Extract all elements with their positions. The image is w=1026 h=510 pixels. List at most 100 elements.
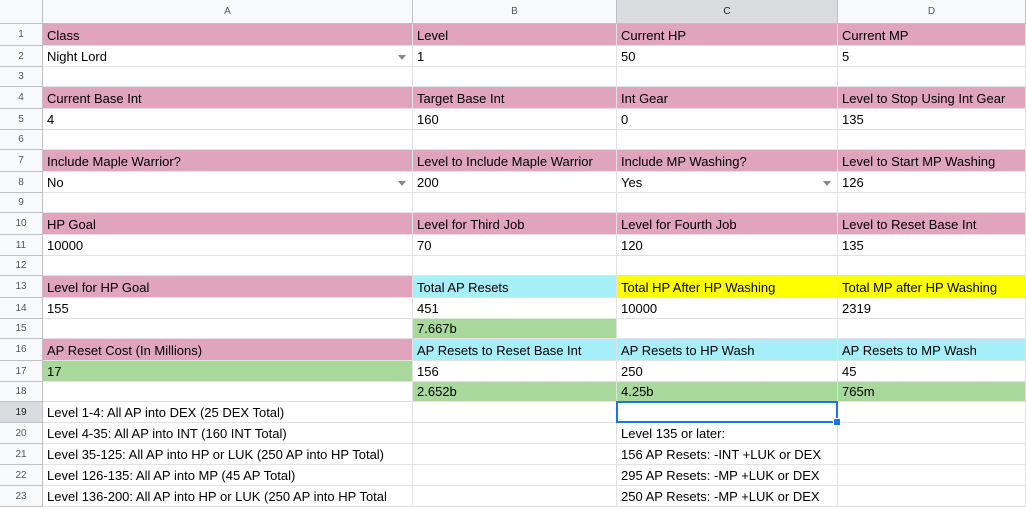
cell-d6[interactable] — [838, 130, 1026, 150]
cell-c21[interactable]: 156 AP Resets: -INT +LUK or DEX — [617, 444, 838, 465]
cell-c11[interactable]: 120 — [617, 235, 838, 256]
row-header-13[interactable]: 13 — [0, 276, 43, 298]
cell-c8[interactable]: Yes — [617, 172, 838, 193]
cell-c17[interactable]: 250 — [617, 361, 838, 382]
cell-c9[interactable] — [617, 193, 838, 213]
row-header-4[interactable]: 4 — [0, 87, 43, 109]
row-header-9[interactable]: 9 — [0, 193, 43, 213]
cell-c3[interactable] — [617, 67, 838, 87]
column-header-c[interactable]: C — [617, 0, 838, 24]
cell-b2[interactable]: 1 — [413, 46, 617, 67]
cell-b14[interactable]: 451 — [413, 298, 617, 319]
cell-c12[interactable] — [617, 256, 838, 276]
cell-c18[interactable]: 4.25b — [617, 382, 838, 402]
row-header-6[interactable]: 6 — [0, 130, 43, 150]
cell-a23[interactable]: Level 136-200: All AP into HP or LUK (25… — [43, 486, 413, 507]
cell-a4[interactable]: Current Base Int — [43, 87, 413, 109]
cell-a17[interactable]: 17 — [43, 361, 413, 382]
cell-c22[interactable]: 295 AP Resets: -MP +LUK or DEX — [617, 465, 838, 486]
dropdown-arrow-icon[interactable] — [398, 181, 406, 186]
cell-a6[interactable] — [43, 130, 413, 150]
cell-b10[interactable]: Level for Third Job — [413, 213, 617, 235]
cell-b15[interactable]: 7.667b — [413, 319, 617, 339]
cell-b19[interactable] — [413, 402, 617, 423]
cell-d12[interactable] — [838, 256, 1026, 276]
cell-d13[interactable]: Total MP after HP Washing — [838, 276, 1026, 298]
cell-c6[interactable] — [617, 130, 838, 150]
cell-c13[interactable]: Total HP After HP Washing — [617, 276, 838, 298]
row-header-12[interactable]: 12 — [0, 256, 43, 276]
cell-b23[interactable] — [413, 486, 617, 507]
cell-a9[interactable] — [43, 193, 413, 213]
cell-a5[interactable]: 4 — [43, 109, 413, 130]
cell-c16[interactable]: AP Resets to HP Wash — [617, 339, 838, 361]
cell-a12[interactable] — [43, 256, 413, 276]
cell-d23[interactable] — [838, 486, 1026, 507]
row-header-2[interactable]: 2 — [0, 46, 43, 67]
row-header-16[interactable]: 16 — [0, 339, 43, 361]
column-header-d[interactable]: D — [838, 0, 1026, 24]
cell-a13[interactable]: Level for HP Goal — [43, 276, 413, 298]
cell-b9[interactable] — [413, 193, 617, 213]
cell-d5[interactable]: 135 — [838, 109, 1026, 130]
cell-b18[interactable]: 2.652b — [413, 382, 617, 402]
cell-c10[interactable]: Level for Fourth Job — [617, 213, 838, 235]
row-header-14[interactable]: 14 — [0, 298, 43, 319]
cell-b11[interactable]: 70 — [413, 235, 617, 256]
cell-d17[interactable]: 45 — [838, 361, 1026, 382]
cell-d19[interactable] — [838, 402, 1026, 423]
dropdown-arrow-icon[interactable] — [823, 181, 831, 186]
cell-b8[interactable]: 200 — [413, 172, 617, 193]
cell-b7[interactable]: Level to Include Maple Warrior — [413, 150, 617, 172]
column-header-b[interactable]: B — [413, 0, 617, 24]
cell-b22[interactable] — [413, 465, 617, 486]
cell-b5[interactable]: 160 — [413, 109, 617, 130]
cell-a20[interactable]: Level 4-35: All AP into INT (160 INT Tot… — [43, 423, 413, 444]
cell-a21[interactable]: Level 35-125: All AP into HP or LUK (250… — [43, 444, 413, 465]
row-header-20[interactable]: 20 — [0, 423, 43, 444]
cell-c2[interactable]: 50 — [617, 46, 838, 67]
cell-b6[interactable] — [413, 130, 617, 150]
cell-a18[interactable] — [43, 382, 413, 402]
row-header-22[interactable]: 22 — [0, 465, 43, 486]
select-all-corner[interactable] — [0, 0, 43, 24]
row-header-19[interactable]: 19 — [0, 402, 43, 423]
cell-d20[interactable] — [838, 423, 1026, 444]
cell-a1[interactable]: Class — [43, 24, 413, 46]
cell-d22[interactable] — [838, 465, 1026, 486]
cell-c23[interactable]: 250 AP Resets: -MP +LUK or DEX — [617, 486, 838, 507]
cell-c20[interactable]: Level 135 or later: — [617, 423, 838, 444]
cell-a16[interactable]: AP Reset Cost (In Millions) — [43, 339, 413, 361]
cell-d21[interactable] — [838, 444, 1026, 465]
cell-a8[interactable]: No — [43, 172, 413, 193]
cell-b12[interactable] — [413, 256, 617, 276]
cell-c7[interactable]: Include MP Washing? — [617, 150, 838, 172]
cell-b3[interactable] — [413, 67, 617, 87]
row-header-3[interactable]: 3 — [0, 67, 43, 87]
row-header-11[interactable]: 11 — [0, 235, 43, 256]
row-header-18[interactable]: 18 — [0, 382, 43, 402]
cell-d10[interactable]: Level to Reset Base Int — [838, 213, 1026, 235]
cell-a15[interactable] — [43, 319, 413, 339]
row-header-7[interactable]: 7 — [0, 150, 43, 172]
cell-a19[interactable]: Level 1-4: All AP into DEX (25 DEX Total… — [43, 402, 413, 423]
cell-a2[interactable]: Night Lord — [43, 46, 413, 67]
cell-d8[interactable]: 126 — [838, 172, 1026, 193]
row-header-17[interactable]: 17 — [0, 361, 43, 382]
cell-c14[interactable]: 10000 — [617, 298, 838, 319]
cell-d1[interactable]: Current MP — [838, 24, 1026, 46]
cell-d7[interactable]: Level to Start MP Washing — [838, 150, 1026, 172]
fill-handle[interactable] — [833, 418, 841, 426]
column-header-a[interactable]: A — [43, 0, 413, 24]
dropdown-arrow-icon[interactable] — [398, 55, 406, 60]
cell-c4[interactable]: Int Gear — [617, 87, 838, 109]
cell-c19[interactable] — [617, 402, 838, 423]
cell-b20[interactable] — [413, 423, 617, 444]
cell-a7[interactable]: Include Maple Warrior? — [43, 150, 413, 172]
cell-d3[interactable] — [838, 67, 1026, 87]
row-header-23[interactable]: 23 — [0, 486, 43, 507]
cell-d11[interactable]: 135 — [838, 235, 1026, 256]
cell-a3[interactable] — [43, 67, 413, 87]
cell-d2[interactable]: 5 — [838, 46, 1026, 67]
cell-a11[interactable]: 10000 — [43, 235, 413, 256]
